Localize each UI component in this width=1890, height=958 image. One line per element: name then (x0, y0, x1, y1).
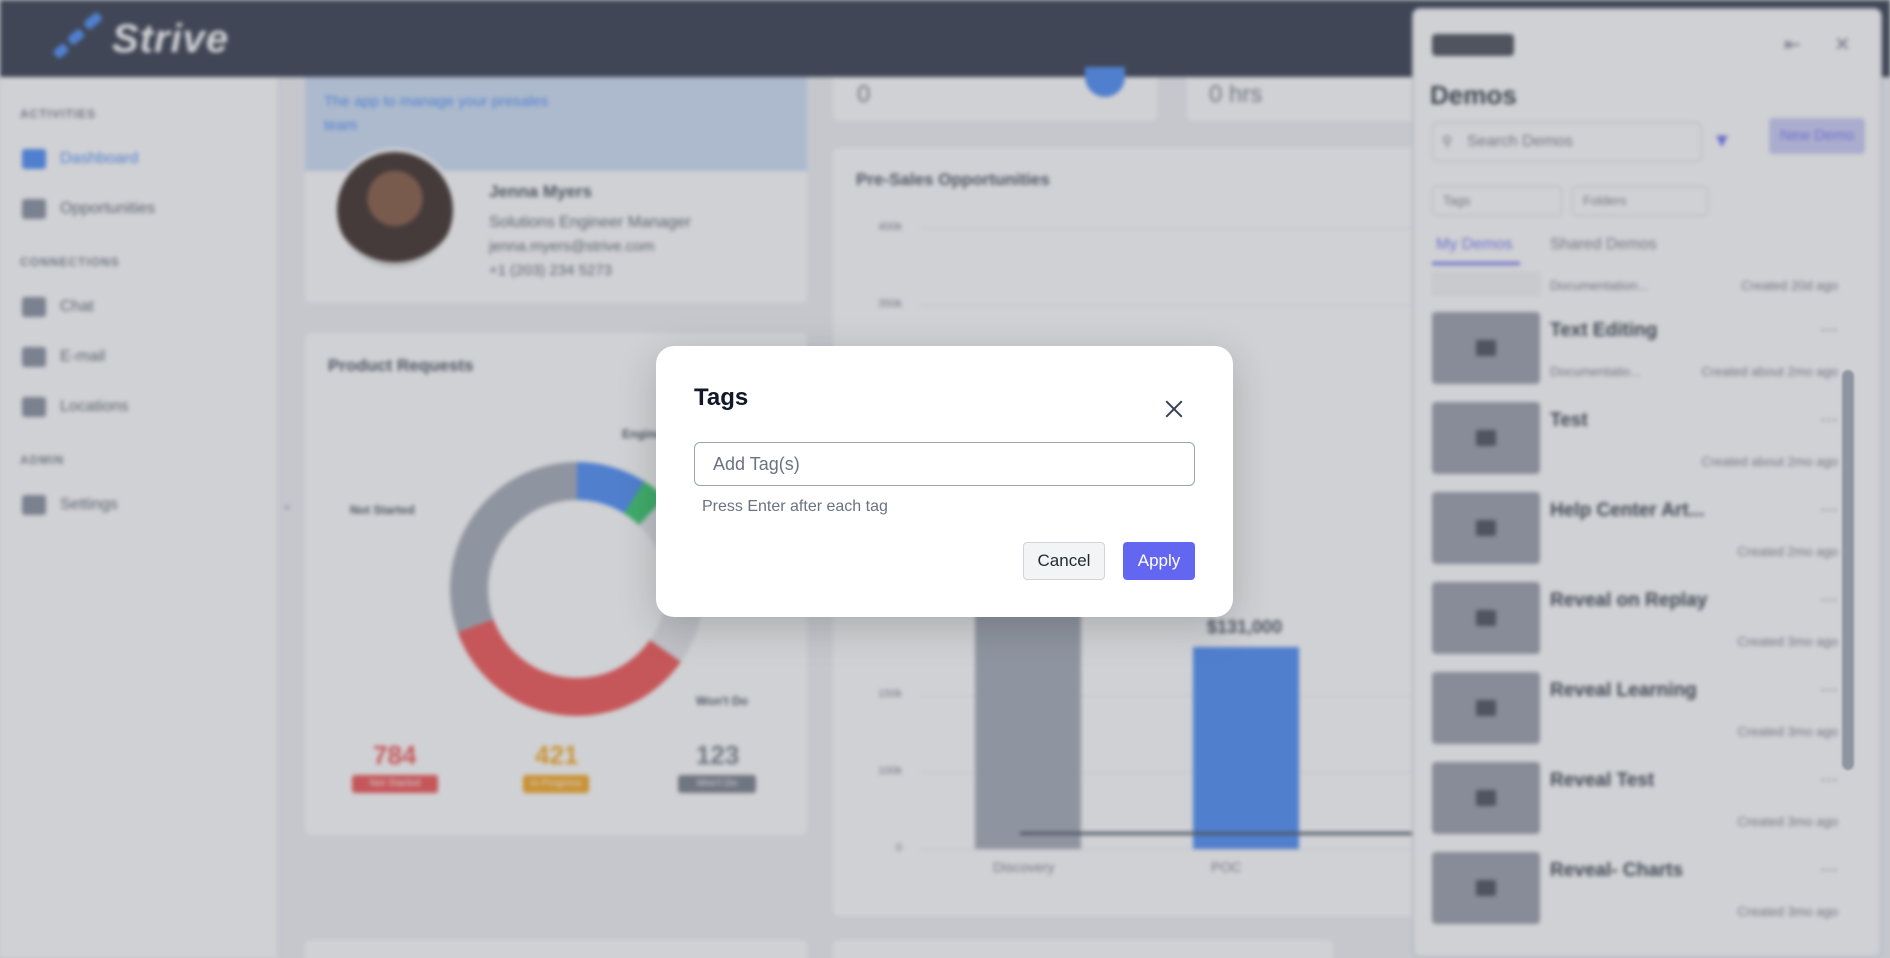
tags-modal: Tags Press Enter after each tag Cancel A… (656, 346, 1233, 617)
cancel-button[interactable]: Cancel (1023, 542, 1105, 580)
modal-title: Tags (694, 384, 749, 411)
apply-button[interactable]: Apply (1123, 542, 1195, 580)
tag-input[interactable] (694, 442, 1195, 486)
close-icon[interactable] (1161, 396, 1187, 422)
tag-input-hint: Press Enter after each tag (702, 498, 888, 515)
